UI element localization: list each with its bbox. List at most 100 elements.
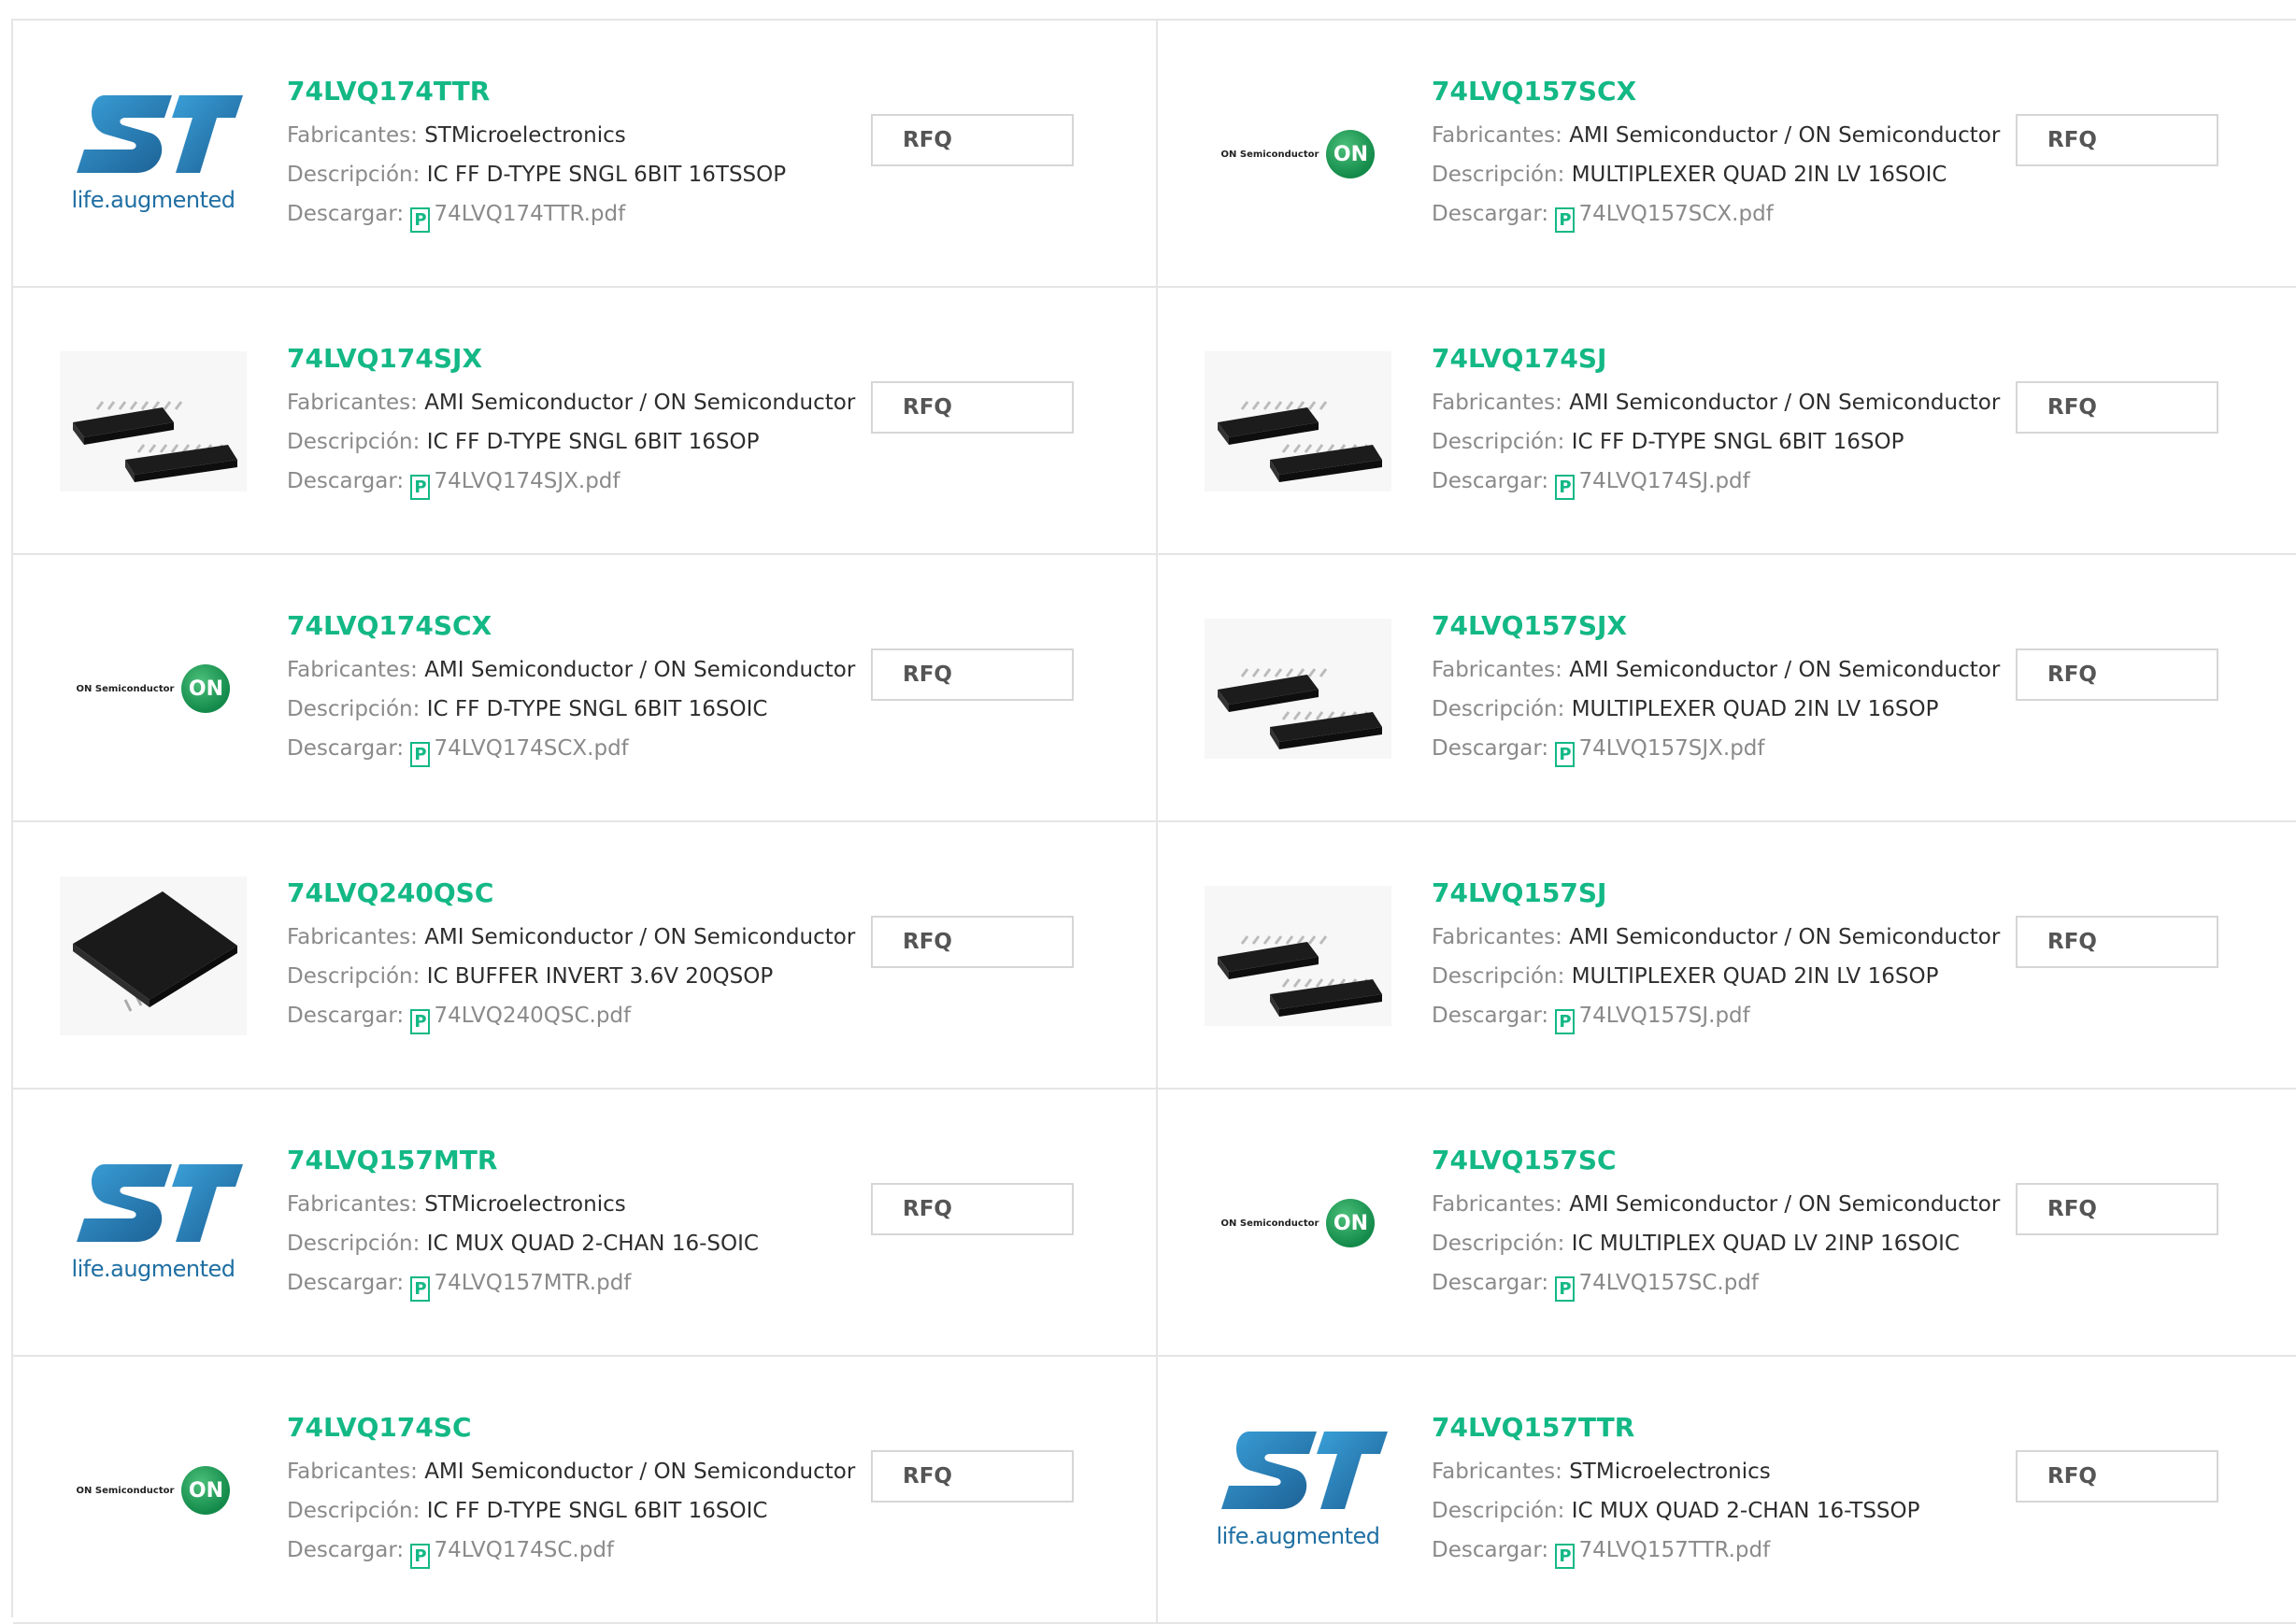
pdf-icon: P [1555, 1544, 1576, 1569]
product-image[interactable] [1200, 342, 1396, 501]
rfq-button[interactable]: RFQ [871, 648, 1074, 701]
description-value: IC MUX QUAD 2-CHAN 16-TSSOP [1571, 1499, 1920, 1523]
part-number-link[interactable]: 74LVQ174SC [287, 1411, 855, 1452]
download-row: Descargar: P 74LVQ174TTR.pdf [287, 194, 786, 234]
download-label: Descargar: [1432, 1004, 1549, 1028]
rfq-button[interactable]: RFQ [2016, 1450, 2218, 1503]
datasheet-filename: 74LVQ157SJ.pdf [1578, 1004, 1750, 1028]
on-semiconductor-logo-icon: ON Semiconductor ON [1221, 1199, 1376, 1247]
part-number-link[interactable]: 74LVQ157SJX [1432, 609, 2000, 650]
part-number-link[interactable]: 74LVQ174SJX [287, 342, 855, 383]
product-card: life.augmented 74LVQ174TTR Fabricantes: … [13, 21, 1158, 288]
part-number-link[interactable]: 74LVQ174TTR [287, 75, 786, 116]
product-card: 74LVQ157SJX Fabricantes: AMI Semiconduct… [1158, 555, 2296, 822]
product-image[interactable] [1200, 609, 1396, 768]
datasheet-link[interactable]: P 74LVQ174TTR.pdf [410, 202, 625, 233]
on-badge: ON [181, 664, 231, 713]
product-card: ON Semiconductor ON 74LVQ174SCX Fabricant… [13, 555, 1158, 822]
product-image[interactable]: ON Semiconductor ON [1200, 75, 1396, 234]
product-info: 74LVQ157MTR Fabricantes: STMicroelectron… [287, 1144, 759, 1303]
download-row: Descargar: P 74LVQ174SJ.pdf [1432, 462, 2000, 501]
description-row: Descripción: IC FF D-TYPE SNGL 6BIT 16SO… [1432, 422, 2000, 462]
manufacturer-value: AMI Semiconductor / ON Semiconductor [424, 1460, 856, 1484]
manufacturer-label: Fabricantes: [1432, 1460, 1562, 1484]
part-number-link[interactable]: 74LVQ174SJ [1432, 342, 2000, 383]
product-image[interactable]: life.augmented [55, 1144, 251, 1303]
download-row: Descargar: P 74LVQ157TTR.pdf [1432, 1531, 1920, 1570]
product-card: 74LVQ174SJ Fabricantes: AMI Semiconducto… [1158, 288, 2296, 555]
product-image[interactable] [55, 876, 251, 1035]
manufacturer-value: AMI Semiconductor / ON Semiconductor [1569, 925, 2001, 949]
rfq-button[interactable]: RFQ [2016, 1183, 2218, 1235]
st-tagline: life.augmented [71, 1256, 235, 1282]
rfq-button[interactable]: RFQ [871, 114, 1074, 166]
datasheet-link[interactable]: P 74LVQ157MTR.pdf [410, 1271, 631, 1302]
download-label: Descargar: [287, 1271, 405, 1295]
rfq-button[interactable]: RFQ [2016, 381, 2218, 434]
rfq-button[interactable]: RFQ [871, 381, 1074, 434]
rfq-button[interactable]: RFQ [871, 1450, 1074, 1503]
datasheet-link[interactable]: P 74LVQ157SJX.pdf [1555, 736, 1765, 767]
product-image[interactable]: ON Semiconductor ON [55, 609, 251, 768]
product-card: ON Semiconductor ON 74LVQ157SC Fabricante… [1158, 1090, 2296, 1357]
manufacturer-row: Fabricantes: AMI Semiconductor / ON Semi… [287, 918, 855, 957]
product-image[interactable] [1200, 876, 1396, 1035]
description-row: Descripción: IC MULTIPLEX QUAD LV 2INP 1… [1432, 1224, 2000, 1263]
on-semiconductor-logo-icon: ON Semiconductor ON [77, 664, 231, 713]
datasheet-link[interactable]: P 74LVQ157SCX.pdf [1555, 202, 1774, 233]
description-label: Descripción: [287, 964, 421, 989]
datasheet-filename: 74LVQ157SCX.pdf [1578, 202, 1774, 226]
datasheet-link[interactable]: P 74LVQ157SJ.pdf [1555, 1004, 1750, 1034]
product-image[interactable]: ON Semiconductor ON [1200, 1144, 1396, 1303]
manufacturer-value: AMI Semiconductor / ON Semiconductor [424, 925, 856, 949]
product-info: 74LVQ240QSC Fabricantes: AMI Semiconduct… [287, 876, 855, 1035]
st-logo-icon: life.augmented [1205, 1420, 1391, 1560]
description-row: Descripción: IC MUX QUAD 2-CHAN 16-SOIC [287, 1224, 759, 1263]
download-row: Descargar: P 74LVQ157SC.pdf [1432, 1263, 2000, 1303]
description-row: Descripción: IC BUFFER INVERT 3.6V 20QSO… [287, 957, 855, 996]
datasheet-link[interactable]: P 74LVQ240QSC.pdf [410, 1004, 631, 1034]
datasheet-link[interactable]: P 74LVQ174SJ.pdf [1555, 469, 1750, 500]
manufacturer-row: Fabricantes: AMI Semiconductor / ON Semi… [1432, 918, 2000, 957]
part-number-link[interactable]: 74LVQ157SJ [1432, 876, 2000, 918]
product-image[interactable]: ON Semiconductor ON [55, 1411, 251, 1570]
rfq-button[interactable]: RFQ [2016, 916, 2218, 968]
manufacturer-value: AMI Semiconductor / ON Semiconductor [1569, 658, 2001, 682]
description-label: Descripción: [1432, 1499, 1565, 1523]
datasheet-link[interactable]: P 74LVQ157SC.pdf [1555, 1271, 1759, 1302]
manufacturer-row: Fabricantes: STMicroelectronics [1432, 1452, 1920, 1491]
datasheet-link[interactable]: P 74LVQ174SC.pdf [410, 1538, 614, 1569]
product-info: 74LVQ157SC Fabricantes: AMI Semiconducto… [1432, 1144, 2000, 1303]
product-image[interactable] [55, 342, 251, 501]
product-grid: life.augmented 74LVQ174TTR Fabricantes: … [11, 19, 2296, 1624]
part-number-link[interactable]: 74LVQ174SCX [287, 609, 855, 650]
manufacturer-row: Fabricantes: STMicroelectronics [287, 1185, 759, 1224]
datasheet-link[interactable]: P 74LVQ157TTR.pdf [1555, 1538, 1770, 1569]
on-badge: ON [181, 1466, 231, 1515]
description-label: Descripción: [1432, 964, 1565, 989]
rfq-button[interactable]: RFQ [871, 1183, 1074, 1235]
part-number-link[interactable]: 74LVQ157SCX [1432, 75, 2000, 116]
part-number-link[interactable]: 74LVQ157SC [1432, 1144, 2000, 1185]
part-number-link[interactable]: 74LVQ240QSC [287, 876, 855, 918]
manufacturer-label: Fabricantes: [287, 391, 418, 415]
datasheet-link[interactable]: P 74LVQ174SCX.pdf [410, 736, 629, 767]
description-row: Descripción: IC FF D-TYPE SNGL 6BIT 16SO… [287, 1491, 855, 1531]
product-image[interactable]: life.augmented [55, 75, 251, 234]
part-number-link[interactable]: 74LVQ157MTR [287, 1144, 759, 1185]
rfq-button[interactable]: RFQ [871, 916, 1074, 968]
manufacturer-row: Fabricantes: AMI Semiconductor / ON Semi… [287, 1452, 855, 1491]
datasheet-link[interactable]: P 74LVQ174SJX.pdf [410, 469, 620, 500]
on-wordmark: ON Semiconductor [1220, 1218, 1319, 1229]
description-row: Descripción: MULTIPLEXER QUAD 2IN LV 16S… [1432, 690, 2000, 729]
rfq-button[interactable]: RFQ [2016, 648, 2218, 701]
product-info: 74LVQ157TTR Fabricantes: STMicroelectron… [1432, 1411, 1920, 1570]
datasheet-filename: 74LVQ157SJX.pdf [1578, 736, 1765, 761]
download-row: Descargar: P 74LVQ157SJX.pdf [1432, 729, 2000, 768]
manufacturer-label: Fabricantes: [287, 1460, 418, 1484]
pdf-icon: P [1555, 475, 1576, 500]
rfq-button[interactable]: RFQ [2016, 114, 2218, 166]
product-image[interactable]: life.augmented [1200, 1411, 1396, 1570]
on-wordmark: ON Semiconductor [76, 1485, 175, 1496]
part-number-link[interactable]: 74LVQ157TTR [1432, 1411, 1920, 1452]
